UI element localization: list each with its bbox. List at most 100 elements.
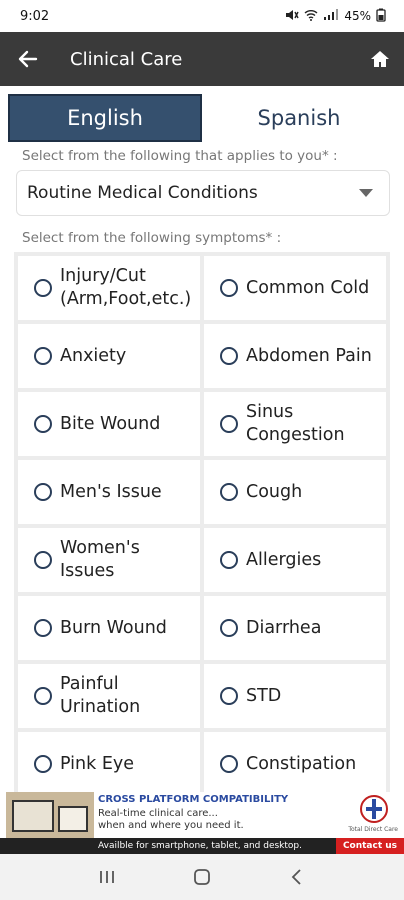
symptom-option[interactable]: Allergies [204, 528, 386, 592]
ad-logo-icon [356, 794, 392, 826]
symptom-label: Abdomen Pain [246, 345, 372, 368]
status-time: 9:02 [20, 8, 50, 24]
radio-button[interactable] [220, 619, 238, 637]
symptoms-prompt: Select from the following symptoms* : [22, 230, 282, 246]
tablet-icon [58, 806, 88, 832]
mute-icon [285, 9, 299, 24]
symptom-option[interactable]: Anxiety [18, 324, 200, 388]
recent-apps-button[interactable] [77, 857, 137, 897]
home-button[interactable] [356, 32, 404, 86]
laptop-icon [12, 800, 54, 832]
symptom-label-line: (Arm,Foot,etc.) [60, 289, 192, 309]
condition-dropdown[interactable]: Routine Medical Conditions [16, 170, 390, 216]
back-button[interactable] [0, 32, 56, 86]
symptom-option[interactable]: Bite Wound [18, 392, 200, 456]
symptom-label: Men's Issue [60, 481, 162, 504]
symptom-label-line: Allergies [246, 549, 322, 570]
symptom-label-line: Diarrhea [246, 617, 322, 638]
symptom-label-line: Urination [60, 697, 141, 717]
battery-icon [376, 8, 386, 25]
radio-button[interactable] [34, 755, 52, 773]
symptom-label: Painful Urination [60, 673, 140, 719]
recent-apps-icon [100, 871, 115, 883]
symptom-label: Common Cold [246, 277, 369, 300]
symptom-label: Injury/Cut (Arm,Foot,etc.) [60, 265, 191, 311]
symptom-label: Constipation [246, 753, 356, 776]
radio-button[interactable] [220, 755, 238, 773]
radio-button[interactable] [220, 687, 238, 705]
symptom-label: STD [246, 685, 281, 708]
symptom-label-line: Burn Wound [60, 617, 167, 638]
ad-headline: CROSS PLATFORM COMPATIBILITY [98, 794, 289, 805]
system-nav-bar [0, 854, 404, 900]
ad-line-2: when and where you need it. [98, 820, 244, 831]
symptom-label-line: Men's Issue [60, 481, 162, 502]
symptom-label-line: Constipation [246, 753, 357, 774]
symptom-label: Bite Wound [60, 413, 160, 436]
app-bar: Clinical Care [0, 32, 404, 86]
radio-button[interactable] [220, 279, 238, 297]
back-nav-button[interactable] [267, 857, 327, 897]
radio-button[interactable] [34, 551, 52, 569]
condition-prompt: Select from the following that applies t… [22, 148, 338, 164]
ad-line-1: Real-time clinical care... [98, 808, 218, 819]
symptom-option[interactable]: Diarrhea [204, 596, 386, 660]
symptom-option[interactable]: Sinus Congestion [204, 392, 386, 456]
home-icon [371, 51, 389, 67]
symptom-label-line: Congestion [246, 425, 345, 445]
ad-banner[interactable]: CROSS PLATFORM COMPATIBILITY Real-time c… [0, 792, 404, 854]
symptom-label-line: Pink Eye [60, 753, 134, 774]
ad-image [6, 792, 94, 840]
symptom-label-line: STD [246, 685, 282, 706]
symptom-option[interactable]: Cough [204, 460, 386, 524]
symptom-option[interactable]: STD [204, 664, 386, 728]
radio-button[interactable] [34, 347, 52, 365]
symptom-label-line: Women's [60, 538, 140, 558]
radio-button[interactable] [34, 279, 52, 297]
status-bar: 9:02 45% [0, 0, 404, 32]
symptom-label: Women's Issues [60, 537, 140, 583]
symptom-option[interactable]: Constipation [204, 732, 386, 792]
radio-button[interactable] [34, 415, 52, 433]
ad-contact-button[interactable]: Contact us [336, 838, 404, 854]
radio-button[interactable] [220, 483, 238, 501]
symptom-label-line: Painful [60, 674, 119, 694]
radio-button[interactable] [34, 619, 52, 637]
symptom-option[interactable]: Injury/Cut (Arm,Foot,etc.) [18, 256, 200, 320]
symptom-label-line: Bite Wound [60, 413, 161, 434]
symptom-label: Cough [246, 481, 302, 504]
arrow-left-icon [18, 50, 38, 68]
radio-button[interactable] [220, 551, 238, 569]
status-icons: 45% [285, 8, 386, 25]
symptom-option[interactable]: Men's Issue [18, 460, 200, 524]
symptom-option[interactable]: Pink Eye [18, 732, 200, 792]
symptom-label-line: Injury/Cut [60, 266, 146, 286]
symptoms-grid: Injury/Cut (Arm,Foot,etc.) Common Cold Anxi… [14, 252, 390, 792]
symptom-option[interactable]: Painful Urination [18, 664, 200, 728]
symptom-label-line: Anxiety [60, 345, 127, 366]
symptom-label-line: Sinus [246, 402, 294, 422]
symptom-option[interactable]: Common Cold [204, 256, 386, 320]
radio-button[interactable] [220, 415, 238, 433]
tab-english[interactable]: English [8, 94, 202, 142]
wifi-icon [304, 9, 318, 24]
radio-button[interactable] [34, 687, 52, 705]
symptom-label: Allergies [246, 549, 321, 572]
home-nav-button[interactable] [172, 857, 232, 897]
symptom-option[interactable]: Abdomen Pain [204, 324, 386, 388]
radio-button[interactable] [34, 483, 52, 501]
radio-button[interactable] [220, 347, 238, 365]
ad-logo-text: Total Direct Care [348, 826, 398, 833]
language-tabs: English Spanish [8, 94, 396, 142]
symptom-option[interactable]: Women's Issues [18, 528, 200, 592]
home-nav-icon [194, 869, 210, 885]
symptom-label: Anxiety [60, 345, 126, 368]
tab-spanish[interactable]: Spanish [202, 94, 396, 142]
symptom-label-line: Common Cold [246, 277, 370, 298]
condition-value: Routine Medical Conditions [27, 183, 258, 203]
symptom-label-line: Abdomen Pain [246, 345, 372, 366]
battery-text: 45% [344, 9, 371, 23]
signal-icon [323, 8, 339, 24]
chevron-down-icon [359, 189, 373, 197]
symptom-option[interactable]: Burn Wound [18, 596, 200, 660]
